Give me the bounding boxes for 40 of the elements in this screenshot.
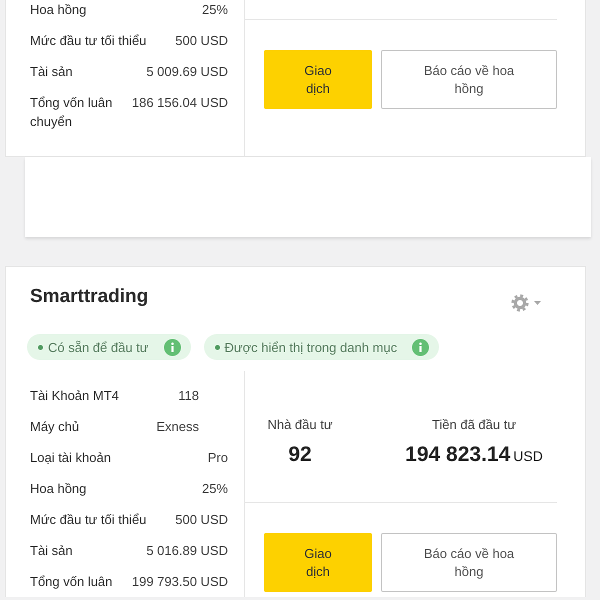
detail-value: 5 016.89 USD	[146, 542, 228, 560]
detail-label: Tổng vốn luân	[30, 573, 112, 591]
detail-label: Tài sản	[30, 542, 73, 560]
caret-icon	[534, 301, 541, 305]
trade-button[interactable]: Giao dịch	[264, 533, 372, 592]
trade-button[interactable]: Giao dịch	[264, 50, 372, 109]
stat-label: Tiền đã đầu tư	[430, 417, 518, 433]
detail-value: 25%	[202, 1, 228, 19]
detail-label: Hoa hồng	[30, 1, 86, 19]
report-button[interactable]: Báo cáo về hoa hồng	[381, 533, 557, 592]
detail-label: Hoa hồng	[30, 480, 86, 498]
detail-label: Tổng vốn luân chuyển	[30, 94, 114, 131]
stat-value: 92	[287, 442, 313, 468]
detail-value: 5 009.69 USD	[146, 63, 228, 81]
detail-label: Loại tài khoản	[30, 449, 111, 467]
detail-value: 500 USD	[175, 511, 228, 529]
detail-value: 500 USD	[175, 32, 228, 50]
detail-label: Mức đầu tư tối thiểu	[30, 511, 146, 529]
status-text: Có sẵn để đầu tư	[48, 340, 148, 354]
detail-label: Tài sản	[30, 63, 73, 81]
info-icon[interactable]	[164, 338, 180, 356]
detail-label: Máy chủ	[30, 418, 80, 436]
detail-value: 118	[178, 387, 199, 405]
detail-value: 199 793.50 USD	[132, 573, 228, 591]
dot-icon	[214, 344, 220, 350]
settings-button[interactable]	[511, 294, 541, 312]
card-title: Smarttrading	[30, 286, 148, 308]
stat-label: Nhà đầu tư	[266, 417, 334, 433]
info-icon[interactable]	[412, 338, 430, 356]
detail-value: 25%	[202, 480, 228, 498]
detail-label: Mức đầu tư tối thiểu	[30, 32, 146, 50]
settings-icon	[511, 294, 529, 312]
detail-label: Tài Khoản MT4	[30, 387, 119, 405]
report-button[interactable]: Báo cáo về hoa hồng	[381, 50, 557, 109]
dot-icon	[38, 344, 43, 350]
stat-value: 194 823.14 USD	[404, 442, 544, 468]
detail-value: Pro	[208, 449, 228, 467]
status-text: Được hiển thị trong danh mục	[224, 340, 398, 354]
detail-value: Exness	[156, 418, 199, 436]
detail-value: 186 156.04 USD	[132, 94, 228, 112]
